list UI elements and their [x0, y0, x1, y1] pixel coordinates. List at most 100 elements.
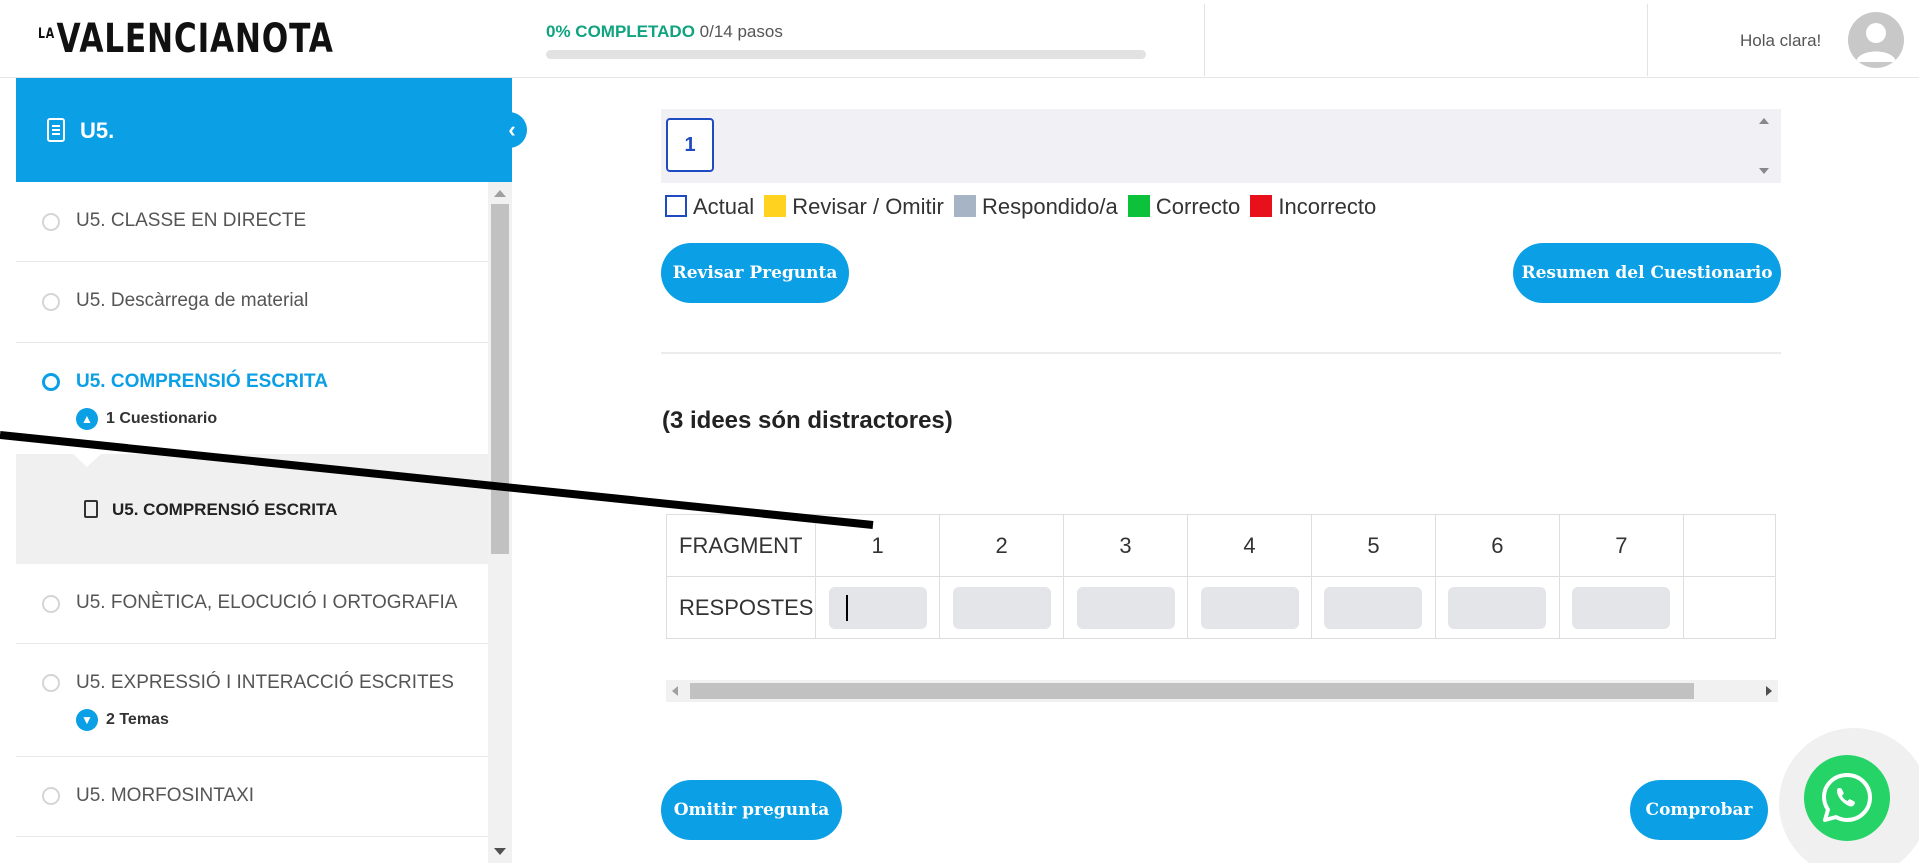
table-cell — [815, 576, 941, 639]
logo-text: VALENCIANOTA — [56, 16, 334, 62]
status-legend: Actual Revisar / Omitir Respondido/a Cor… — [665, 194, 1380, 220]
whatsapp-chat-button[interactable] — [1804, 755, 1890, 841]
status-circle-icon — [42, 595, 60, 613]
sidebar-item-expressio-interaccio[interactable]: U5. EXPRESSIÓ I INTERACCIÓ ESCRITES ▼ 2 T… — [16, 644, 488, 757]
scrollbar-thumb[interactable] — [690, 683, 1694, 699]
sidebar-sub-label: 2 Temas — [106, 711, 169, 729]
sidebar-scrollbar[interactable] — [488, 182, 512, 863]
legend-label: Respondido/a — [981, 194, 1118, 219]
answer-input-2[interactable] — [952, 586, 1051, 629]
question-navigator: 1 — [661, 109, 1781, 183]
legend-label: Revisar / Omitir — [792, 194, 944, 219]
sidebar-item-label: U5. MORFOSINTAXI — [76, 785, 255, 806]
sidebar-item-label: U5. COMPRENSIÓ ESCRITA — [76, 371, 328, 392]
column-header: 7 — [1558, 514, 1684, 577]
row-header-fragment: FRAGMENT — [666, 514, 817, 577]
status-circle-icon — [42, 674, 60, 692]
quiz-icon — [84, 500, 98, 518]
table-cell — [939, 576, 1065, 639]
section-divider — [661, 352, 1781, 354]
course-progress: 0% COMPLETADO 0/14 pasos — [546, 22, 1146, 59]
progress-steps: 0/14 pasos — [699, 22, 783, 41]
answer-input-5[interactable] — [1324, 586, 1423, 629]
table-cell — [1063, 576, 1189, 639]
answer-table: FRAGMENT 1 2 3 4 5 6 7 RESPOSTES — [666, 514, 1776, 639]
answer-input-6[interactable] — [1448, 586, 1547, 629]
sidebar-sub-toggle-cuestionario[interactable]: ▲ 1 Cuestionario — [76, 408, 217, 430]
legend-incorrect: Incorrecto — [1250, 194, 1376, 219]
table-horizontal-scrollbar[interactable] — [666, 680, 1778, 702]
header-divider — [1204, 4, 1205, 76]
answer-table-container: FRAGMENT 1 2 3 4 5 6 7 RESPOSTES — [666, 514, 1776, 644]
sidebar-item-label: U5. CLASSE EN DIRECTE — [76, 210, 307, 231]
status-circle-icon — [42, 373, 60, 391]
legend-actual: Actual — [665, 194, 754, 219]
table-row-respostes: RESPOSTES — [666, 576, 1776, 639]
sidebar-child-label: U5. COMPRENSIÓ ESCRITA — [112, 500, 338, 519]
chevron-down-icon: ▼ — [76, 709, 98, 731]
question-prompt: (3 idees són distractores) — [662, 407, 953, 434]
sidebar-item-classe-en-directe[interactable]: U5. CLASSE EN DIRECTE — [16, 182, 488, 262]
header-divider — [1647, 4, 1648, 76]
quiz-summary-button[interactable]: Resumen del Cuestionario — [1513, 243, 1781, 303]
question-number-button[interactable]: 1 — [666, 118, 714, 172]
answer-input-1[interactable] — [828, 586, 927, 629]
legend-swatch-actual — [665, 195, 687, 217]
legend-correct: Correcto — [1127, 194, 1241, 219]
user-greeting: Hola clara! — [1740, 31, 1822, 50]
table-cell — [1434, 576, 1560, 639]
progress-percent: 0% COMPLETADO — [546, 22, 695, 41]
scrollbar-thumb[interactable] — [491, 204, 509, 554]
table-cell-overflow — [1682, 514, 1776, 577]
sidebar-collapse-button[interactable]: ‹ — [497, 112, 527, 148]
scroll-down-icon[interactable] — [494, 848, 506, 855]
column-header: 5 — [1310, 514, 1436, 577]
sidebar-item-comprensio-escrita[interactable]: U5. COMPRENSIÓ ESCRITA ▲ 1 Cuestionario — [16, 343, 488, 454]
sidebar-item-morfosintaxi[interactable]: U5. MORFOSINTAXI — [16, 757, 488, 837]
legend-answered: Respondido/a — [953, 194, 1118, 219]
scroll-right-icon[interactable] — [1766, 686, 1772, 696]
user-icon — [1856, 23, 1896, 62]
status-circle-icon — [42, 787, 60, 805]
status-circle-icon — [42, 213, 60, 231]
legend-review: Revisar / Omitir — [764, 194, 944, 219]
scroll-up-icon[interactable] — [494, 190, 506, 197]
legend-label: Correcto — [1155, 194, 1241, 219]
scroll-up-icon[interactable] — [1759, 118, 1769, 124]
sidebar-item-fonetica[interactable]: U5. FONÈTICA, ELOCUCIÓ I ORTOGRAFIA — [16, 564, 488, 644]
scroll-down-icon[interactable] — [1759, 168, 1769, 174]
document-icon — [47, 118, 65, 142]
skip-question-button[interactable]: Omitir pregunta — [661, 780, 842, 840]
progress-bar — [546, 50, 1146, 59]
table-cell — [1187, 576, 1312, 639]
sidebar-sub-label: 1 Cuestionario — [106, 410, 218, 428]
site-logo[interactable]: LAVALENCIANOTA — [38, 16, 334, 62]
column-header: 4 — [1187, 514, 1312, 577]
answer-input-7[interactable] — [1572, 586, 1671, 629]
review-question-button[interactable]: Revisar Pregunta — [661, 243, 849, 303]
legend-label: Incorrecto — [1278, 194, 1377, 219]
answer-input-3[interactable] — [1076, 586, 1175, 629]
scroll-left-icon[interactable] — [672, 686, 678, 696]
sidebar-child-cuestionario[interactable]: U5. COMPRENSIÓ ESCRITA — [16, 453, 488, 564]
column-header: 1 — [815, 514, 941, 577]
chevron-left-icon: ‹ — [508, 117, 516, 142]
answer-input-4[interactable] — [1200, 586, 1299, 629]
legend-swatch-incorrect — [1250, 195, 1273, 217]
legend-label: Actual — [693, 194, 755, 219]
sidebar-sub-toggle-temas[interactable]: ▼ 2 Temas — [76, 709, 169, 731]
sidebar-lesson-list: U5. CLASSE EN DIRECTE U5. Descàrrega de … — [16, 182, 488, 863]
column-header: 3 — [1063, 514, 1189, 577]
sidebar-item-descarrega-material[interactable]: U5. Descàrrega de material — [16, 262, 488, 343]
sidebar-item-label: U5. FONÈTICA, ELOCUCIÓ I ORTOGRAFIA — [76, 592, 458, 613]
active-notch — [72, 453, 102, 467]
table-row-fragment: FRAGMENT 1 2 3 4 5 6 7 — [666, 514, 1776, 577]
legend-swatch-answered — [953, 195, 976, 217]
sidebar-header: U5. — [16, 78, 512, 182]
logo-prefix: LA — [38, 25, 55, 42]
column-header: 6 — [1434, 514, 1560, 577]
user-avatar[interactable] — [1848, 12, 1904, 68]
column-header: 2 — [939, 514, 1065, 577]
legend-swatch-review — [764, 195, 787, 217]
check-answer-button[interactable]: Comprobar — [1630, 780, 1768, 840]
